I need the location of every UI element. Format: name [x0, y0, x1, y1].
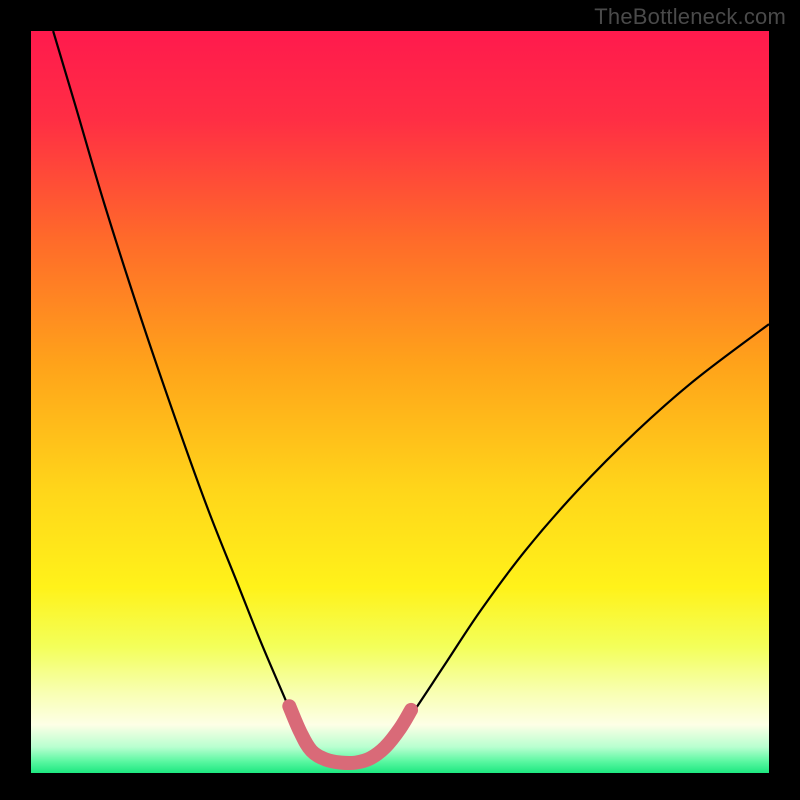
plot-background: [31, 31, 769, 773]
bottleneck-chart: [0, 0, 800, 800]
